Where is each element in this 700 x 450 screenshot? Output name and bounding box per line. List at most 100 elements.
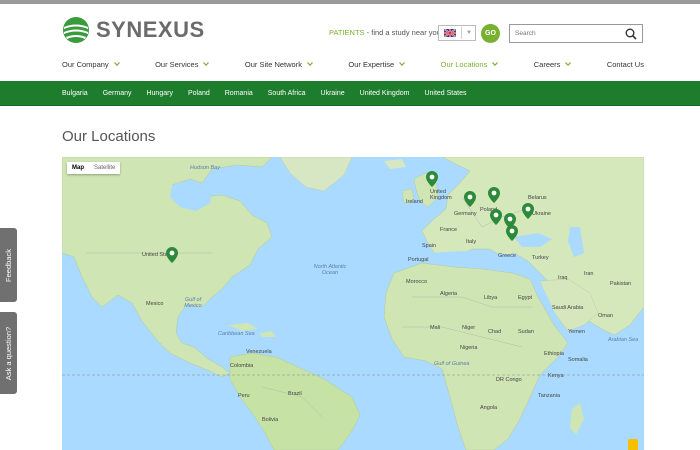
location-pin-hungary[interactable] [490,209,502,225]
top-border [0,0,700,4]
map-label: Belarus [528,195,547,201]
patients-label[interactable]: PATIENTS [329,28,365,37]
map-label: Tanzania [538,393,561,399]
find-study-prompt: PATIENTS - find a study near you [329,28,441,37]
map-label: Somalia [568,357,588,363]
map-label: Iran [584,271,594,277]
map-label: Mexico [146,301,164,307]
page-title: Our Locations [62,128,156,145]
country-link-germany[interactable]: Germany [103,90,132,97]
chevron-down-icon [113,62,120,66]
chevron-down-icon: ▼ [466,30,472,36]
country-link-hungary[interactable]: Hungary [146,90,172,97]
map-label: Chad [488,329,502,335]
map-label: Algeria [440,291,458,297]
map-label: Colombia [230,363,254,369]
nav-label: Our Expertise [348,59,395,69]
country-link-united-kingdom[interactable]: United Kingdom [360,90,410,97]
location-pin-poland[interactable] [488,187,500,203]
ask-question-tab[interactable]: Ask a question? [0,312,17,394]
select-divider [461,27,462,39]
nav-our-company[interactable]: Our Company [62,58,120,70]
map-label: North Atlantic Ocean [313,264,347,276]
map-label: Brazil [288,391,302,397]
nav-label: Our Company [62,59,109,69]
location-pin-united-kingdom[interactable] [426,171,438,187]
map-label: Peru [238,393,250,399]
nav-contact-us[interactable]: Contact Us [607,58,644,70]
search-input[interactable] [510,30,624,37]
map-label: Yemen [568,329,585,335]
map-label: Germany [454,211,477,217]
map-label: Pakistan [610,281,632,287]
patients-text: - find a study near you [366,28,441,37]
map-label: Turkey [532,255,549,261]
nav-label: Contact Us [606,59,644,69]
map-label: Greece [498,253,517,259]
map-label: Venezuela [246,349,272,355]
map-label: Ethiopia [544,351,564,357]
search-icon[interactable] [624,27,638,41]
nav-label: Our Locations [440,59,488,69]
map-label: Saudi Arabia [552,305,584,311]
map-label: Hudson Bay [190,165,220,171]
map-label: Mali [430,325,441,331]
location-pin-bulgaria[interactable] [506,225,518,241]
synexus-logo-icon [63,17,89,43]
ask-question-label: Ask a question? [4,326,13,380]
map-label: Morocco [406,279,428,285]
country-bar: Bulgaria Germany Hungary Poland Romania … [0,81,700,106]
map-label: Bolivia [262,417,279,423]
location-pin-united-states[interactable] [166,247,178,263]
nav-label: Our Site Network [244,59,302,69]
map-label: Ukraine [532,211,551,217]
map-label: Nigeria [460,345,478,351]
location-pin-germany[interactable] [464,191,476,207]
map-label: Libya [484,295,498,301]
country-links: Bulgaria Germany Hungary Poland Romania … [62,81,481,106]
language-select[interactable]: ▼ [438,25,476,41]
country-link-bulgaria[interactable]: Bulgaria [62,90,88,97]
street-view-pegman-icon[interactable] [628,439,638,450]
search-box[interactable] [509,24,643,43]
nav-our-site-network[interactable]: Our Site Network [245,58,313,70]
nav-our-locations[interactable]: Our Locations [441,58,499,70]
map-label: France [440,227,458,233]
go-button[interactable]: GO [481,24,500,43]
locations-map[interactable]: Map Satellite Hudson Bay United States M… [62,157,644,450]
feedback-tab[interactable]: Feedback [0,228,17,302]
country-link-ukraine[interactable]: Ukraine [321,90,345,97]
map-label: Kenya [548,373,564,379]
map-label: Gulf of Mexico [184,297,202,309]
map-label: Italy [466,239,477,245]
map-label: Niger [462,325,476,331]
map-label: Iraq [558,275,568,281]
country-link-united-states[interactable]: United States [424,90,466,97]
main-nav: Our Company Our Services Our Site Networ… [62,58,644,70]
map-type-control: Map Satellite [67,162,121,174]
country-link-poland[interactable]: Poland [188,90,210,97]
nav-our-services[interactable]: Our Services [155,58,210,70]
country-link-romania[interactable]: Romania [225,90,253,97]
chevron-down-icon [399,62,406,66]
country-link-south-africa[interactable]: South Africa [268,90,306,97]
feedback-label: Feedback [4,248,13,282]
logo[interactable]: SYNEXUS [62,16,205,44]
chevron-down-icon [565,62,572,66]
map-label: Ireland [406,199,423,205]
chevron-down-icon [203,62,210,66]
map-label: DR Congo [496,377,522,383]
map-label: Arabian Sea [608,337,639,343]
chevron-down-icon [492,62,499,66]
nav-our-expertise[interactable]: Our Expertise [348,58,406,70]
map-label: Caribbean Sea [218,331,255,337]
map-label: Spain [422,243,437,249]
map-label: Portugal [408,257,429,263]
map-label: Oman [598,313,613,319]
uk-flag-icon [444,29,456,37]
map-type-map-button[interactable]: Map [67,162,89,174]
map-type-satellite-button[interactable]: Satellite [89,162,120,174]
location-pin-ukraine[interactable] [522,203,534,219]
nav-careers[interactable]: Careers [534,58,572,70]
map-label: Egypt [518,295,533,301]
